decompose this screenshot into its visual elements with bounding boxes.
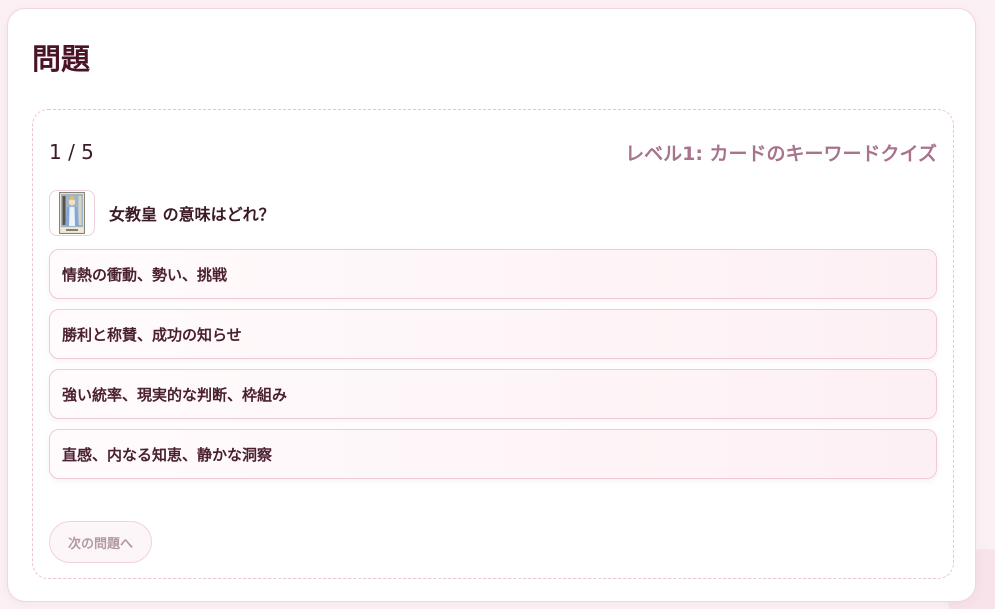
quiz-card: 1 / 5 レベル1: カードのキーワードクイズ 女教皇 の意味はどれ？ 情熱の… [32, 109, 954, 579]
question-panel: 問題 1 / 5 レベル1: カードのキーワードクイズ 女教皇 の意味はどれ？ … [7, 8, 976, 602]
answer-option[interactable]: 直感、内なる知恵、静かな洞察 [49, 429, 937, 479]
quiz-page: 問題 1 / 5 レベル1: カードのキーワードクイズ 女教皇 の意味はどれ？ … [0, 0, 995, 609]
answer-option[interactable]: 強い統率、現実的な判断、枠組み [49, 369, 937, 419]
answer-options: 情熱の衝動、勢い、挑戦 勝利と称賛、成功の知らせ 強い統率、現実的な判断、枠組み… [49, 249, 937, 489]
level-title: レベル1: カードのキーワードクイズ [625, 143, 937, 165]
question-text: 女教皇 の意味はどれ？ [109, 205, 275, 224]
answer-option[interactable]: 情熱の衝動、勢い、挑戦 [49, 249, 937, 299]
question-row: 女教皇 の意味はどれ？ [49, 188, 275, 238]
progress-indicator: 1 / 5 [49, 140, 94, 164]
next-question-button[interactable]: 次の問題へ [49, 521, 153, 563]
page-title: 問題 [32, 42, 91, 76]
answer-option[interactable]: 勝利と称賛、成功の知らせ [49, 309, 937, 359]
tarot-card-image [59, 192, 85, 234]
high-priestess-card-icon [49, 190, 95, 236]
